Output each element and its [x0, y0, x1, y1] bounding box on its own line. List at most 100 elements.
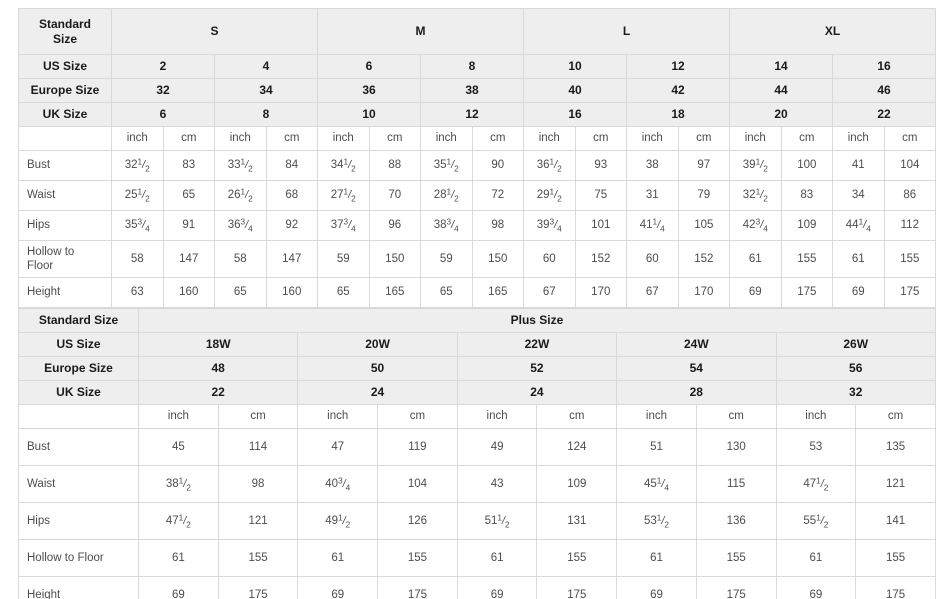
- measure-value: 175: [780, 277, 834, 308]
- plus-measure-value: 451/4: [616, 465, 697, 503]
- measure-value: 160: [162, 277, 215, 308]
- plus-measure-value: 491/2: [297, 502, 379, 540]
- plus-measure-value: 109: [536, 465, 618, 503]
- measure-value: 97: [677, 150, 731, 181]
- measure-value: 60: [523, 240, 576, 278]
- measure-value: 58: [214, 240, 267, 278]
- plus-measure-value: 175: [695, 576, 777, 599]
- plus-us-size-cell: 24W: [616, 332, 777, 357]
- plus-unit-header-inch: inch: [138, 404, 219, 429]
- measure-value: 152: [574, 240, 628, 278]
- measure-value: 75: [574, 180, 628, 211]
- plus-measure-value: 155: [855, 539, 936, 577]
- measure-value: 79: [677, 180, 731, 211]
- plus-measure-value: 155: [377, 539, 458, 577]
- measure-value: 261/2: [214, 180, 267, 211]
- measure-value: 109: [780, 210, 834, 241]
- measure-row: Bust 321/2 83 331/2 84 341/2 88 351/2 90 361/2 93 3…: [18, 150, 937, 181]
- measure-row: Height 63 160 65 160 65 165 65 165 67 170 67 170 69 17…: [18, 277, 937, 308]
- unit-header-inch: inch: [111, 126, 164, 151]
- measure-value: 59: [317, 240, 370, 278]
- europe-size-cell: 40: [523, 78, 628, 103]
- uk-size-label: UK Size: [18, 102, 112, 127]
- uk-size-cell: 8: [213, 102, 319, 127]
- measure-value: 90: [471, 150, 525, 181]
- measure-value: 61: [832, 240, 885, 278]
- measure-value: 165: [368, 277, 422, 308]
- uk-size-cell: 16: [523, 102, 628, 127]
- measure-value: 160: [265, 277, 319, 308]
- plus-measure-value: 531/2: [616, 502, 697, 540]
- plus-us-size-cell: 20W: [297, 332, 458, 357]
- measure-value: 351/2: [420, 150, 473, 181]
- measure-value: 92: [265, 210, 319, 241]
- measure-value: 100: [780, 150, 834, 181]
- measure-value: 281/2: [420, 180, 473, 211]
- measure-value: 147: [162, 240, 215, 278]
- plus-size-group-label: Plus Size: [138, 308, 936, 333]
- size-group-s: S: [110, 8, 319, 55]
- measure-value: 67: [523, 277, 576, 308]
- measure-value: 65: [162, 180, 215, 211]
- measure-value: 321/2: [729, 180, 782, 211]
- measure-value: 331/2: [214, 150, 267, 181]
- measure-value: 70: [368, 180, 422, 211]
- measure-label: Hollow to Floor: [18, 240, 112, 278]
- measure-value: 68: [265, 180, 319, 211]
- plus-measure-value: 175: [855, 576, 936, 599]
- plus-measure-label: Hollow to Floor: [18, 539, 139, 577]
- plus-uk-size-label: UK Size: [18, 380, 139, 405]
- plus-europe-size-row: Europe Size 48 50 52 54 56: [18, 356, 936, 381]
- plus-measure-label: Bust: [18, 428, 139, 466]
- us-size-cell: 8: [420, 54, 525, 79]
- us-size-cell: 2: [111, 54, 215, 79]
- plus-unit-header-cm: cm: [377, 404, 458, 429]
- plus-uk-size-cell: 28: [616, 380, 777, 405]
- unit-header-cm: cm: [574, 126, 628, 151]
- plus-measure-value: 119: [377, 428, 458, 466]
- measure-value: 361/2: [523, 150, 576, 181]
- uk-size-cell: 6: [111, 102, 215, 127]
- measure-row: Waist 251/2 65 261/2 68 271/2 70 281/2 72 291/2 75…: [18, 180, 937, 211]
- plus-measure-value: 155: [695, 539, 777, 577]
- plus-measure-value: 43: [456, 465, 538, 503]
- uk-size-cell: 10: [317, 102, 422, 127]
- europe-size-label: Europe Size: [18, 78, 112, 103]
- unit-header-cm: cm: [265, 126, 319, 151]
- size-group-xl: XL: [729, 8, 937, 55]
- plus-uk-size-cell: 22: [137, 380, 299, 405]
- measure-value: 353/4: [111, 210, 164, 241]
- plus-europe-size-cell: 56: [775, 356, 936, 381]
- measure-value: 65: [214, 277, 267, 308]
- plus-standard-size-corner-label: Standard Size: [18, 308, 139, 333]
- measure-value: 83: [780, 180, 834, 211]
- plus-measure-row: Hollow to Floor 61 155 61 155 61 155 61 155 61 155: [18, 539, 936, 577]
- plus-measure-value: 61: [138, 539, 219, 577]
- measure-value: 65: [317, 277, 370, 308]
- measure-value: 112: [883, 210, 937, 241]
- us-size-cell: 14: [729, 54, 834, 79]
- plus-measure-value: 49: [456, 428, 538, 466]
- plus-measure-value: 121: [855, 465, 936, 503]
- unit-header-cm: cm: [368, 126, 422, 151]
- plus-us-size-cell: 22W: [456, 332, 618, 357]
- unit-header-cm: cm: [162, 126, 215, 151]
- plus-measure-value: 69: [616, 576, 697, 599]
- uk-size-cell: 12: [420, 102, 525, 127]
- plus-measure-value: 175: [217, 576, 299, 599]
- us-size-cell: 10: [523, 54, 628, 79]
- measure-value: 321/2: [111, 150, 164, 181]
- plus-unit-row-blank-cell: [18, 404, 139, 429]
- unit-header-cm: cm: [471, 126, 525, 151]
- measure-value: 152: [677, 240, 731, 278]
- corner-label-line2: Size: [52, 31, 77, 46]
- measure-value: 170: [574, 277, 628, 308]
- measure-label: Bust: [18, 150, 112, 181]
- plus-unit-header-row: inch cm inch cm inch cm inch cm inch cm: [18, 404, 936, 429]
- uk-size-cell: 20: [729, 102, 834, 127]
- us-size-cell: 4: [213, 54, 319, 79]
- measure-value: 83: [162, 150, 215, 181]
- plus-uk-size-cell: 32: [775, 380, 936, 405]
- measure-value: 170: [677, 277, 731, 308]
- plus-uk-size-cell: 24: [456, 380, 618, 405]
